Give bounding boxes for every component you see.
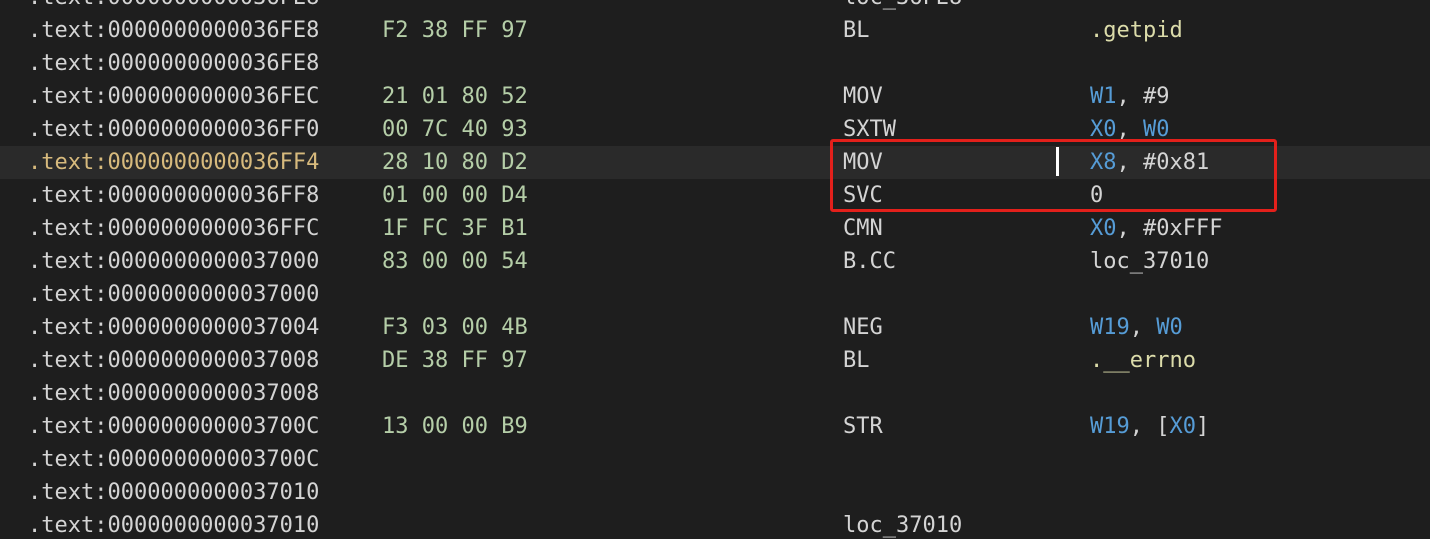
mnemonic: BL [843,18,870,43]
operands: .__errno [1090,344,1196,377]
address: .text:0000000000037010 [28,480,320,505]
address: .text:0000000000037000 [28,249,320,274]
opcode-bytes: F3 03 00 4B [382,315,528,340]
register-operand: X8 [1090,150,1117,175]
mnemonic: BL [843,348,870,373]
disasm-row[interactable]: .text:0000000000037010 [0,476,1430,509]
address: .text:0000000000036FF0 [28,117,320,142]
disasm-row[interactable]: .text:0000000000037000 [0,278,1430,311]
label: loc_36FE8 [843,0,962,14]
operand-text: , [1116,117,1143,142]
address: .text:000000000003700C [28,447,320,472]
mnemonic: SVC [843,183,883,208]
label: loc_37010 [843,513,963,538]
address: .text:0000000000037008 [28,381,320,406]
operands: .getpid [1090,14,1183,47]
address: .text:0000000000036FF4 [28,150,320,175]
text-cursor [1056,147,1059,176]
disasm-row[interactable]: .text:000000000003700C [0,443,1430,476]
disasm-row[interactable]: .text:0000000000036FF4 28 10 80 D2 MOV X8, … [0,146,1430,179]
address: .text:0000000000036FEC [28,84,320,109]
operands: W1, #9 [1090,80,1169,113]
disasm-row[interactable]: .text:0000000000036FF8 01 00 00 D4 SVC 0 [0,179,1430,212]
mnemonic: MOV [843,150,883,175]
operand-text: , #0x81 [1116,150,1210,175]
address: .text:0000000000036FE8 [28,51,320,76]
operands: X0, #0xFFF [1090,212,1222,245]
disasm-row[interactable]: .text:0000000000036FE8 F2 38 FF 97 BL .getp… [0,14,1430,47]
disasm-row[interactable]: .text:0000000000036FE8 [0,47,1430,80]
address: .text:000000000003700C [28,414,320,439]
disasm-row[interactable]: .text:0000000000036FFC 1F FC 3F B1 CMN X0, … [0,212,1430,245]
opcode-bytes: 21 01 80 52 [382,84,528,109]
operand-text: , [1129,315,1157,340]
operand-text: , #0xFFF [1116,216,1223,241]
symbol-operand[interactable]: .__errno [1090,348,1196,373]
disasm-row[interactable]: .text:0000000000036FE8 loc_36FE8 [0,0,1430,14]
register-operand: X0 [1090,117,1117,142]
operand-text: 0 [1090,183,1104,208]
opcode-bytes: 01 00 00 D4 [382,183,528,208]
disasm-row[interactable]: .text:0000000000037008 DE 38 FF 97 BL .__er… [0,344,1430,377]
disasm-row[interactable]: .text:0000000000037004 F3 03 00 4B NEG W19,… [0,311,1430,344]
opcode-bytes: 1F FC 3F B1 [382,216,528,241]
operand-text: , [ [1129,414,1170,439]
operand-text: , #9 [1116,84,1170,109]
disasm-row[interactable]: .text:0000000000036FEC 21 01 80 52 MOV W1, … [0,80,1430,113]
operands: X8, #0x81 [1090,146,1209,179]
address: .text:0000000000037010 [28,513,320,538]
mnemonic: SXTW [843,117,896,142]
address: .text:0000000000036FFC [28,216,320,241]
mnemonic: CMN [843,216,883,241]
register-operand: W1 [1090,84,1117,109]
operands: W19, W0 [1090,311,1183,344]
register-operand: W0 [1143,117,1170,142]
register-operand: X0 [1090,216,1117,241]
opcode-bytes: 83 00 00 54 [382,249,528,274]
disasm-row[interactable]: .text:0000000000037010 loc_37010 [0,509,1430,539]
disasm-row[interactable]: .text:0000000000037008 [0,377,1430,410]
address: .text:0000000000036FE8 [28,0,319,14]
address: .text:0000000000037004 [28,315,320,340]
disasm-row[interactable]: .text:0000000000036FF0 00 7C 40 93 SXTW X0,… [0,113,1430,146]
mnemonic: B.CC [843,249,896,274]
mnemonic: STR [843,414,883,439]
disasm-row[interactable]: .text:0000000000037000 83 00 00 54 B.CC loc… [0,245,1430,278]
mnemonic: NEG [843,315,883,340]
register-operand: W19 [1090,315,1130,340]
operand-text: loc_37010 [1090,249,1210,274]
opcode-bytes: 00 7C 40 93 [382,117,528,142]
address: .text:0000000000036FF8 [28,183,320,208]
operands: loc_37010 [1090,245,1209,278]
opcode-bytes: 28 10 80 D2 [382,150,528,175]
operand-text: ] [1196,414,1210,439]
opcode-bytes: 13 00 00 B9 [382,414,528,439]
address: .text:0000000000036FE8 [28,18,320,43]
register-operand: W0 [1156,315,1183,340]
operands: 0 [1090,179,1103,212]
disasm-row[interactable]: .text:000000000003700C 13 00 00 B9 STR W19,… [0,410,1430,443]
address: .text:0000000000037000 [28,282,320,307]
register-operand: W19 [1090,414,1130,439]
disassembly-listing[interactable]: .text:0000000000036FE8loc_36FE8.text:000… [0,0,1430,539]
operands: W19, [X0] [1090,410,1209,443]
mnemonic: MOV [843,84,883,109]
opcode-bytes: F2 38 FF 97 [382,18,528,43]
address: .text:0000000000037008 [28,348,320,373]
register-operand: X0 [1169,414,1197,439]
symbol-operand[interactable]: .getpid [1090,18,1183,43]
operands: X0, W0 [1090,113,1170,146]
opcode-bytes: DE 38 FF 97 [382,348,528,373]
